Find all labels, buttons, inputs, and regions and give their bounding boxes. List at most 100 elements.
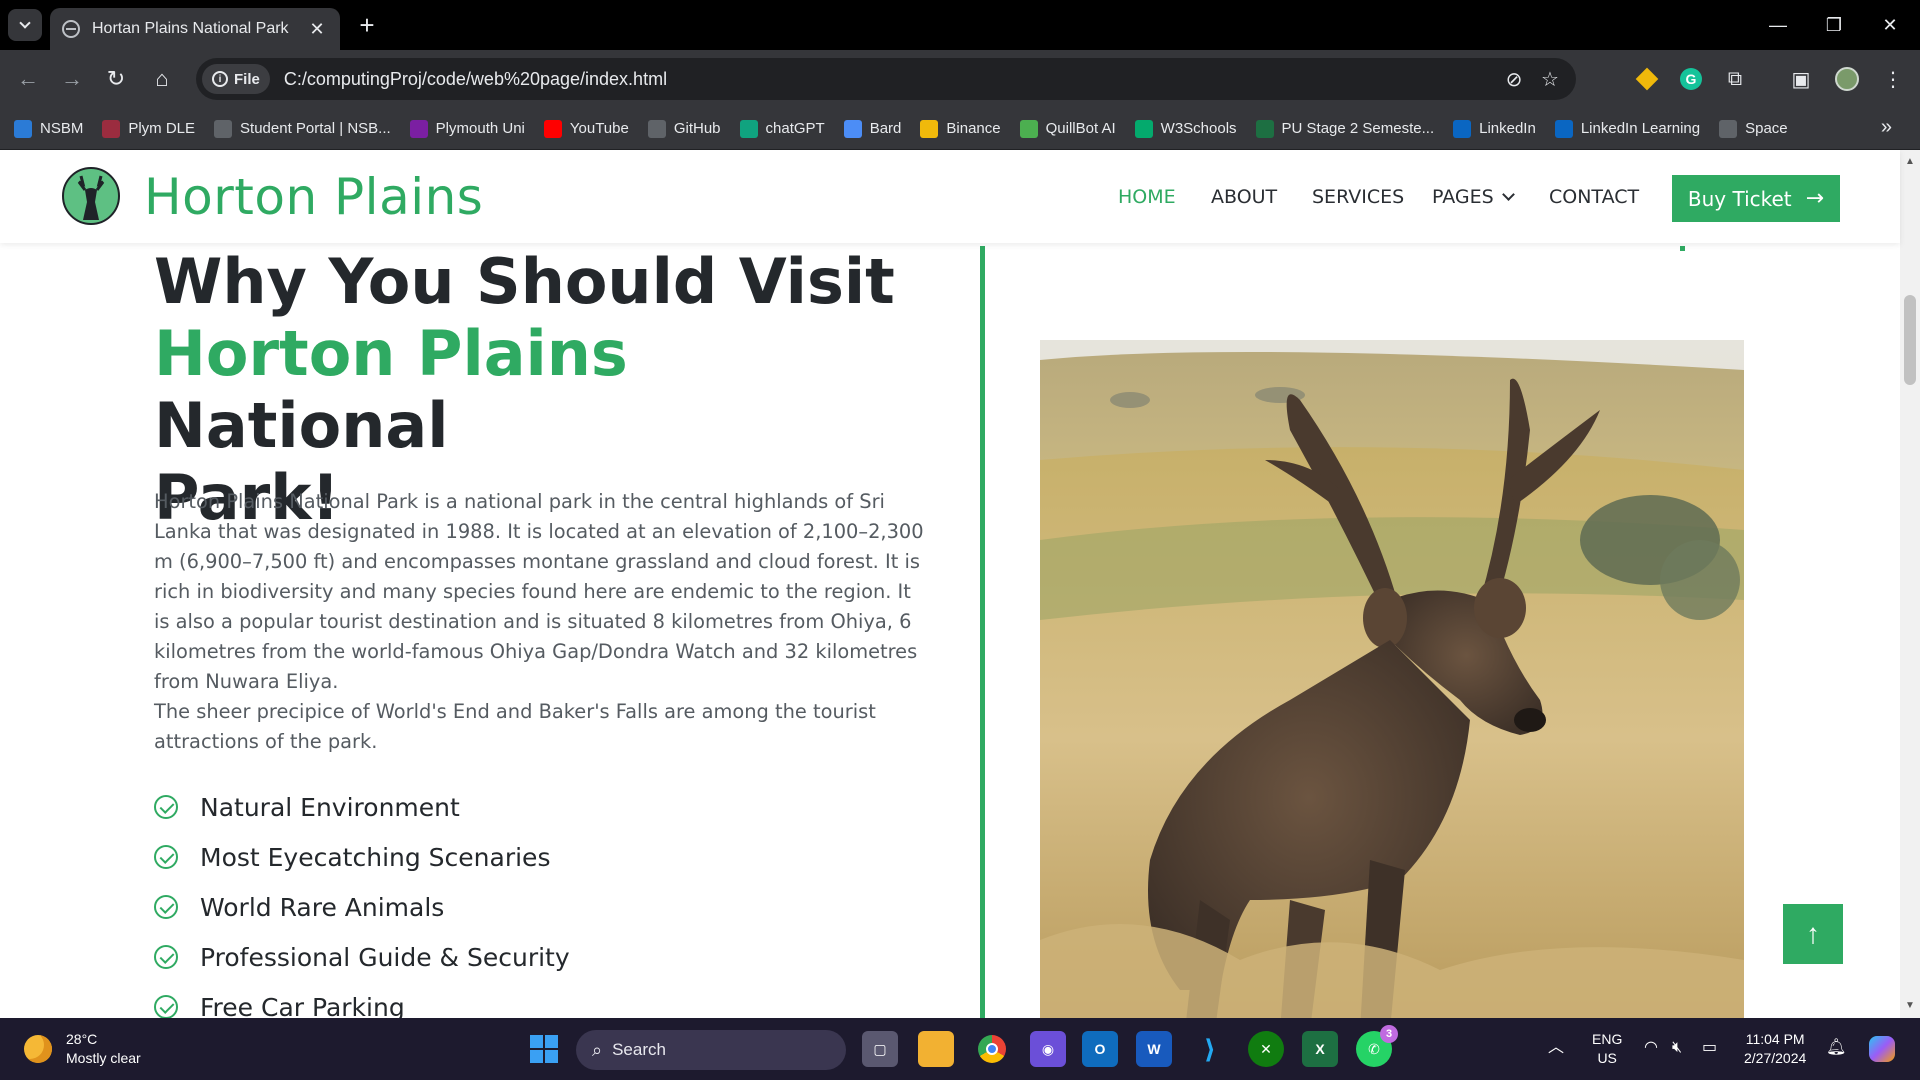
xbox-icon[interactable]: ✕ xyxy=(1248,1031,1284,1067)
divider-line xyxy=(980,246,985,1018)
bookmark-item[interactable]: Plym DLE xyxy=(102,119,195,138)
brand-name[interactable]: Horton Plains xyxy=(144,168,483,226)
address-bar[interactable]: i File C:/computingProj/code/web%20page/… xyxy=(196,58,1576,100)
clock[interactable]: 11:04 PM 2/27/2024 xyxy=(1744,1030,1806,1068)
bookmark-item[interactable]: GitHub xyxy=(647,119,721,138)
outlook-icon[interactable]: O xyxy=(1082,1031,1118,1067)
bookmark-item[interactable]: LinkedIn Learning xyxy=(1554,119,1701,138)
list-item: Most Eyecatching Scenaries xyxy=(154,832,570,882)
arrow-left-icon: ← xyxy=(17,66,39,91)
back-to-top-button[interactable]: ↑ xyxy=(1783,904,1843,964)
excel-icon[interactable]: X xyxy=(1302,1031,1338,1067)
kebab-menu-icon[interactable]: ⋮ xyxy=(1878,64,1908,94)
feature-label: World Rare Animals xyxy=(200,892,445,922)
notification-bell-icon[interactable]: 🔔︎ xyxy=(1826,1038,1846,1057)
browser-toolbar: ← → ↻ ⌂ i File C:/computingProj/code/web… xyxy=(0,50,1920,108)
bookmark-item[interactable]: QuillBot AI xyxy=(1019,119,1116,138)
bookmark-item[interactable]: Student Portal | NSB... xyxy=(214,119,391,138)
nav-pages[interactable]: PAGES xyxy=(1432,186,1515,208)
buy-ticket-button[interactable]: Buy Ticket → xyxy=(1672,175,1840,222)
bookmark-favicon-icon xyxy=(1719,119,1738,138)
bookmark-label: YouTube xyxy=(569,120,629,137)
word-icon[interactable]: W xyxy=(1136,1031,1172,1067)
back-button[interactable]: ← xyxy=(12,63,44,95)
file-explorer-icon[interactable] xyxy=(918,1031,954,1067)
close-window-button[interactable]: ✕ xyxy=(1862,0,1918,50)
profile-avatar[interactable] xyxy=(1832,64,1862,94)
extensions-puzzle-icon[interactable]: ⧉ xyxy=(1720,64,1750,94)
task-view-icon[interactable]: ▢ xyxy=(862,1031,898,1067)
restore-button[interactable]: ❐ xyxy=(1806,0,1862,50)
page-scrollbar[interactable]: ▲ ▼ xyxy=(1900,150,1920,1018)
eye-off-icon[interactable]: ⊘ xyxy=(1496,61,1532,97)
windows-start-icon[interactable] xyxy=(526,1031,562,1067)
scroll-down-icon[interactable]: ▼ xyxy=(1905,1000,1915,1011)
bookmark-item[interactable]: Binance xyxy=(920,119,1001,138)
side-panel-icon[interactable]: ▣ xyxy=(1786,64,1816,94)
battery-icon[interactable]: ▭ xyxy=(1702,1038,1717,1057)
feature-label: Most Eyecatching Scenaries xyxy=(200,842,551,872)
taskbar-search[interactable]: ⌕ Search xyxy=(576,1030,846,1070)
bookmark-favicon-icon xyxy=(102,119,121,138)
bookmark-favicon-icon xyxy=(843,119,862,138)
whatsapp-icon[interactable]: ✆ 3 xyxy=(1356,1025,1398,1067)
weather-widget[interactable]: 28°C Mostly clear xyxy=(24,1030,141,1068)
bookmark-star-icon[interactable]: ☆ xyxy=(1532,61,1568,97)
bookmark-label: Bard xyxy=(869,120,902,137)
scrollbar-thumb[interactable] xyxy=(1904,295,1916,385)
scroll-up-icon[interactable]: ▲ xyxy=(1905,156,1915,167)
language-indicator[interactable]: ENG US xyxy=(1592,1030,1622,1068)
nav-home[interactable]: HOME xyxy=(1118,186,1176,208)
nav-services[interactable]: SERVICES xyxy=(1312,186,1404,208)
reload-icon: ↻ xyxy=(106,66,126,91)
grammarly-icon[interactable]: G xyxy=(1676,64,1706,94)
tab-search-button[interactable] xyxy=(8,9,42,41)
tray-chevron-icon[interactable]: ︿ xyxy=(1548,1038,1564,1057)
headline-line-1: Why You Should Visit xyxy=(154,245,895,318)
bookmark-favicon-icon xyxy=(1453,119,1472,138)
bookmark-item[interactable]: chatGPT xyxy=(739,119,825,138)
nav-about[interactable]: ABOUT xyxy=(1211,186,1277,208)
bookmark-item[interactable]: LinkedIn xyxy=(1453,119,1536,138)
weather-status: Mostly clear xyxy=(66,1050,141,1066)
vscode-icon[interactable]: ⟩ xyxy=(1192,1031,1228,1067)
chevron-down-icon xyxy=(1501,188,1515,201)
bookmark-favicon-icon xyxy=(1134,119,1153,138)
deer-logo-icon[interactable] xyxy=(62,167,120,225)
extension-cube-icon[interactable] xyxy=(1632,64,1662,94)
chrome-icon[interactable] xyxy=(974,1031,1010,1067)
bookmark-item[interactable]: Space xyxy=(1719,119,1788,138)
close-tab-icon[interactable]: ✕ xyxy=(306,19,328,40)
bookmark-item[interactable]: NSBM xyxy=(14,119,83,138)
search-label: Search xyxy=(612,1040,666,1059)
wifi-icon[interactable]: ◠ xyxy=(1644,1038,1658,1057)
browser-tab[interactable]: Hortan Plains National Park ✕ xyxy=(50,8,340,50)
proton-icon[interactable]: ◉ xyxy=(1030,1031,1066,1067)
bookmark-favicon-icon xyxy=(1255,119,1274,138)
file-chip-label: File xyxy=(234,70,260,88)
nav-contact[interactable]: CONTACT xyxy=(1549,186,1639,208)
bookmark-label: LinkedIn Learning xyxy=(1580,120,1701,137)
minimize-button[interactable]: — xyxy=(1750,0,1806,50)
bookmark-item[interactable]: PU Stage 2 Semeste... xyxy=(1255,119,1434,138)
reload-button[interactable]: ↻ xyxy=(100,63,132,95)
volume-muted-icon[interactable]: 🔇︎ xyxy=(1672,1038,1682,1057)
forward-button[interactable]: → xyxy=(56,63,88,95)
sambar-deer-photo xyxy=(1040,340,1744,1018)
home-button[interactable]: ⌂ xyxy=(146,63,178,95)
bookmark-item[interactable]: YouTube xyxy=(543,119,629,138)
check-circle-icon xyxy=(154,995,178,1018)
bookmark-label: chatGPT xyxy=(765,120,825,137)
url-text[interactable]: C:/computingProj/code/web%20page/index.h… xyxy=(284,69,1496,90)
site-info-chip[interactable]: i File xyxy=(202,64,270,94)
bookmarks-overflow-icon[interactable]: » xyxy=(1881,116,1892,139)
bookmark-item[interactable]: Plymouth Uni xyxy=(409,119,525,138)
search-icon: ⌕ xyxy=(592,1039,603,1060)
new-tab-button[interactable]: + xyxy=(352,10,382,40)
bookmark-item[interactable]: Bard xyxy=(843,119,902,138)
copilot-icon[interactable] xyxy=(1864,1031,1900,1067)
bookmark-favicon-icon xyxy=(214,119,233,138)
bookmark-item[interactable]: W3Schools xyxy=(1134,119,1237,138)
check-circle-icon xyxy=(154,895,178,919)
bookmark-label: Space xyxy=(1745,120,1788,137)
